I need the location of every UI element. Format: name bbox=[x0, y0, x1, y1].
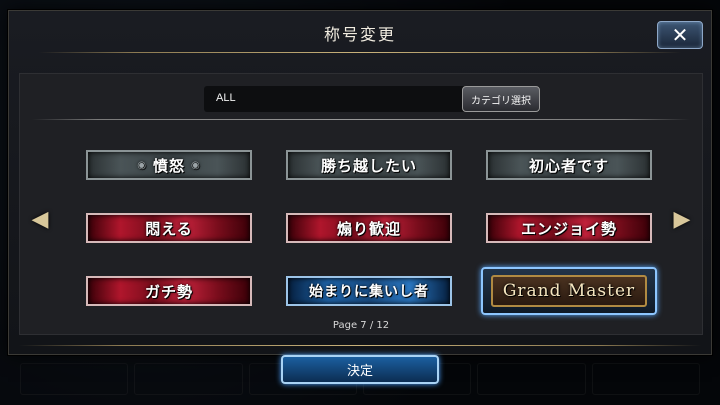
title-label: 勝ち越したい bbox=[320, 156, 417, 175]
confirm-button[interactable]: 決定 bbox=[281, 355, 439, 384]
title-label: 憤怒 bbox=[152, 156, 185, 175]
next-page-button[interactable]: ▶ bbox=[673, 204, 691, 234]
footer-divider bbox=[19, 345, 701, 346]
ornament-icon: ◉ bbox=[137, 159, 147, 171]
title-label: Grand Master bbox=[490, 275, 648, 307]
title-option[interactable]: 勝ち越したい bbox=[286, 150, 452, 180]
category-select-button[interactable]: カテゴリ選択 bbox=[462, 86, 540, 112]
close-button[interactable]: ✕ bbox=[657, 21, 703, 49]
panel-divider bbox=[32, 119, 690, 120]
title-option[interactable]: ◉ 憤怒 ◉ bbox=[86, 150, 252, 180]
title-label: ガチ勢 bbox=[144, 282, 193, 301]
title-label: 初心者です bbox=[528, 156, 609, 175]
ornament-icon: ◉ bbox=[191, 159, 201, 171]
modal-title: 称号変更 bbox=[323, 25, 396, 44]
title-option-selected[interactable]: Grand Master bbox=[481, 267, 657, 315]
header-divider bbox=[39, 52, 681, 53]
title-option[interactable]: ガチ勢 bbox=[86, 276, 252, 306]
prev-page-button[interactable]: ◀ bbox=[31, 204, 49, 234]
title-label: 悶える bbox=[145, 219, 193, 238]
title-option[interactable]: 初心者です bbox=[486, 150, 652, 180]
title-label: エンジョイ勢 bbox=[520, 219, 617, 238]
title-label: 始まりに集いし者 bbox=[309, 284, 429, 300]
title-option[interactable]: 始まりに集いし者 bbox=[286, 276, 452, 306]
title-panel: ALL カテゴリ選択 ◀ ▶ ◉ 憤怒 ◉ 勝ち越したい 初心者です 悶える 煽… bbox=[19, 73, 703, 335]
title-change-modal: 称号変更 ✕ ALL カテゴリ選択 ◀ ▶ ◉ 憤怒 ◉ 勝ち越したい 初心者で… bbox=[8, 10, 712, 355]
title-label: 煽り歓迎 bbox=[336, 219, 401, 238]
title-option[interactable]: 煽り歓迎 bbox=[286, 213, 452, 243]
category-filter-value: ALL bbox=[216, 92, 236, 104]
modal-header: 称号変更 bbox=[9, 11, 711, 55]
chevron-left-icon: ◀ bbox=[31, 206, 49, 232]
title-option[interactable]: エンジョイ勢 bbox=[486, 213, 652, 243]
close-icon: ✕ bbox=[671, 23, 689, 47]
category-filter[interactable]: ALL カテゴリ選択 bbox=[204, 86, 540, 112]
title-option[interactable]: 悶える bbox=[86, 213, 252, 243]
page-indicator: Page 7 / 12 bbox=[332, 320, 390, 331]
chevron-right-icon: ▶ bbox=[673, 206, 691, 232]
